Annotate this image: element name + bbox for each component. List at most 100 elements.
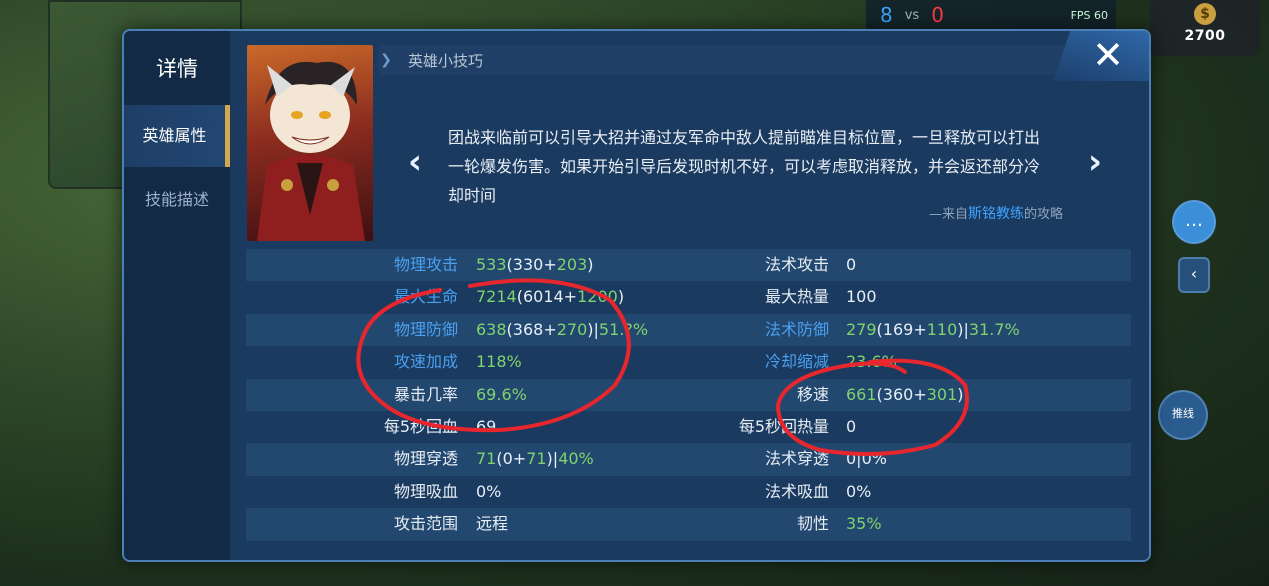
stat-value-part: )| [957,319,969,339]
stat-label: 物理攻击 [393,255,458,274]
stat-label: 物理穿透 [393,449,458,469]
stat-row: 最大生命 7214(6014+1200) 最大热量 100 [246,281,1131,313]
stat-label: 攻速加成 [393,352,458,372]
stat-value-part: 638 [476,319,507,339]
stat-value: 661(360+301) [846,379,964,411]
stat-value-part: ) [957,384,964,404]
panel-title: 详情 [156,57,198,81]
stat-value-part: (169+ [876,319,927,339]
stat-value: 0 [846,411,856,443]
blue-team-score: 8 [880,3,893,27]
stat-label: 每5秒回血 [383,416,458,436]
hero-details-panel: 详情 英雄属性 技能描述 ❯ 英雄小技巧 ‹ 团战来临前可以引导大招并通过友军命… [122,29,1151,562]
tips-body: ‹ 团战来临前可以引导大招并通过友军命中敌人提前瞄准目标位置，一旦释放可以打出一… [378,75,1147,241]
chevron-left-icon[interactable]: ‹ [1178,257,1210,293]
stat-row: 攻速加成 118% 冷却缩减 23.6% [246,346,1131,378]
gold-coin-icon: $ [1194,3,1216,25]
stat-value-part: 100 [846,287,877,307]
fps-readout: FPS 60 [1070,8,1108,22]
stat-value: 7214(6014+1200) [476,281,624,313]
push-lane-button[interactable]: 推线 [1158,390,1208,440]
stat-value-part: )| [546,449,559,469]
tips-tag-icon: ❯ [380,52,392,68]
hero-portrait-art [257,61,365,241]
stat-label: 每5秒回热量 [738,416,829,436]
stat-value: 638(368+270)|51.?% [476,314,648,346]
stat-value: 69 [476,411,496,443]
stat-label: 移速 [796,384,829,404]
stat-value: 279(169+110)|31.7% [846,314,1020,346]
stat-label: 法术吸血 [764,481,829,501]
stat-label: 暴击几率 [393,384,458,404]
stat-label: 法术穿透 [764,449,829,469]
stat-label: 攻击范围 [393,514,458,534]
stat-label: 物理防御 [393,319,458,339]
stat-value-part: (330+ [506,255,557,274]
stat-value: 100 [846,281,877,313]
stat-value-part: 270 [556,319,588,339]
stat-value-part: 1200 [577,287,618,307]
stat-value-part: 23.6% [846,352,897,372]
stat-value-part: 35% [846,514,882,534]
tips-header: ❯ 英雄小技巧 [378,45,1147,75]
stat-row: 攻击范围 远程 韧性 35% [246,508,1131,541]
stat-value-part: 118% [476,352,522,372]
stat-label: 法术防御 [764,319,829,339]
stat-value: 69.6% [476,379,527,411]
tip-text: 团战来临前可以引导大招并通过友军命中敌人提前瞄准目标位置，一旦释放可以打出一轮爆… [448,128,1041,205]
score-bar: 8 vs 0 FPS 60 [866,0,1116,30]
stat-value-part: 0 [846,255,857,274]
stat-value: 0|0% [846,443,887,475]
stat-value: 23.6% [846,346,897,378]
tips-title: 英雄小技巧 [408,51,484,70]
stat-row: 物理穿透 71(0+71)|40% 法术穿透 0|0% [246,443,1131,476]
hero-portrait [247,45,373,241]
stat-value-part: )| [587,319,599,339]
tab-skill-description[interactable]: 技能描述 [124,169,230,231]
stat-row: 物理防御 638(368+270)|51.?% 法术防御 279(169+110)|3… [246,313,1131,347]
stat-value: 远程 [476,508,508,540]
credit-suffix: 的攻略 [1023,207,1063,222]
stat-value-part: (360+ [876,384,927,404]
stat-value-part: 51.?% [598,319,649,339]
red-team-score: 0 [931,3,944,27]
stat-value: 35% [846,508,882,540]
tab-hero-attributes[interactable]: 英雄属性 [124,105,230,167]
stat-label: 最大生命 [393,287,458,307]
stat-label: 法术攻击 [764,255,829,274]
stat-value-part: 31.7% [968,319,1020,339]
stat-value-part: 0|0% [846,449,887,469]
stat-value-part: (368+ [506,319,557,339]
credit-author[interactable]: 斯铭教练 [968,206,1024,222]
stat-value-part: 301 [926,384,958,404]
tip-credit: —来自斯铭教练的攻略 [929,203,1063,223]
stats-table: 物理攻击 533(330+203) 法术攻击 0 最大生命 7214(6014+1200)… [246,249,1131,541]
stat-label: 冷却缩减 [764,352,829,372]
gold-counter[interactable]: $ 2700 [1150,0,1260,56]
stat-value: 533(330+203) [476,249,594,281]
next-tip-arrow-icon[interactable]: › [1078,143,1112,183]
stat-value-part: 0% [476,481,502,501]
stat-value-part: (0+ [496,449,527,469]
prev-tip-arrow-icon[interactable]: ‹ [398,143,432,183]
stat-value-part: 40% [558,449,594,469]
stat-value-part: 7214 [476,287,517,307]
stat-value: 0% [476,476,501,508]
stat-value-part: 69 [476,416,497,436]
stat-row: 物理攻击 533(330+203) 法术攻击 0 [246,249,1131,282]
stat-value-part: ) [617,287,625,307]
credit-prefix: —来自 [928,207,968,222]
chat-bubble-icon[interactable]: … [1172,200,1216,244]
stat-value-part: 110 [926,319,958,339]
close-button[interactable]: ✕ [1053,31,1149,81]
stat-value-part: ) [587,255,594,274]
content-area: ❯ 英雄小技巧 ‹ 团战来临前可以引导大招并通过友军命中敌人提前瞄准目标位置，一… [230,31,1149,560]
side-nav: 详情 英雄属性 技能描述 [124,31,230,560]
stat-value-part: 69.6% [476,384,527,404]
stat-value-part: 661 [846,384,877,404]
stat-row: 每5秒回血 69 每5秒回热量 0 [246,411,1131,443]
stat-value: 0 [846,249,856,281]
stat-value: 118% [476,346,522,378]
stat-row: 暴击几率 69.6% 移速 661(360+301) [246,378,1131,411]
stat-value-part: (6014+ [516,287,578,307]
